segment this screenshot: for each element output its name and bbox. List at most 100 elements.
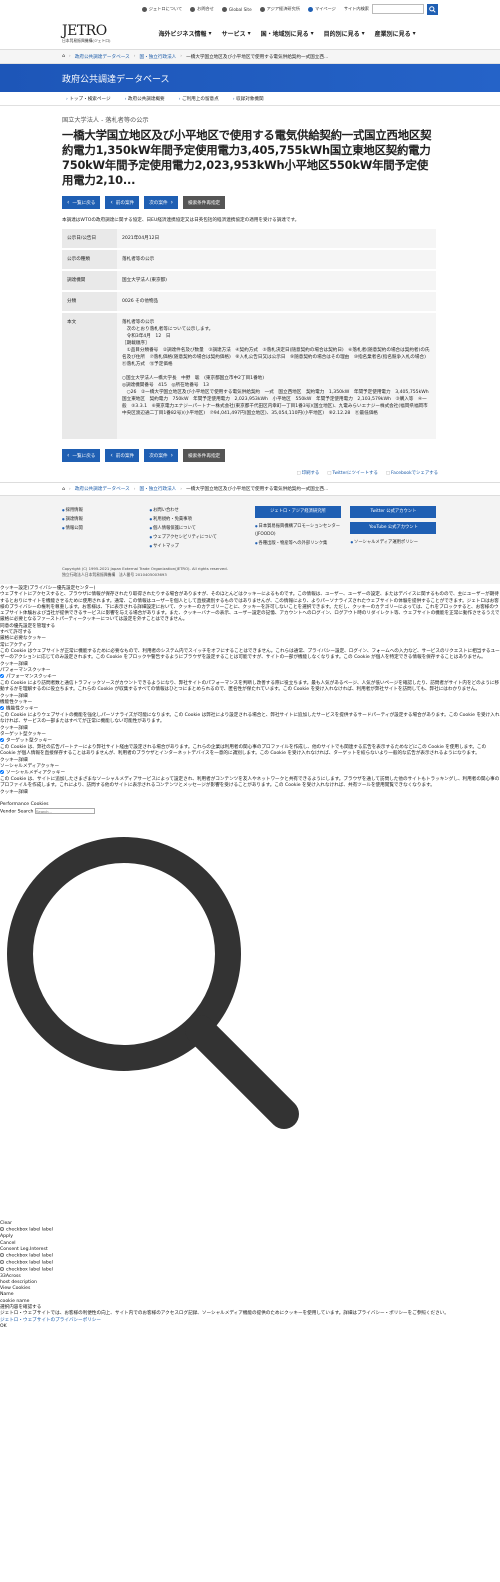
footer-col-3: ジェトロ・アジア経済研究所 日本貿易振興機構プロモーションセンター(JFOODO… — [254, 506, 350, 551]
copyright: Copyright (C) 1995-2021 Japan External T… — [62, 566, 228, 578]
func-cookie-toggle[interactable] — [0, 706, 4, 711]
row-key: 公示日/公告日 — [62, 229, 117, 250]
home-icon[interactable]: ⌂ — [62, 54, 65, 59]
body-line: ○26 ②一橋大学国立地区及び小平地区で使用する電気供給契約 一式 国立西地区 … — [122, 390, 434, 416]
mypage-link[interactable]: マイページ — [308, 6, 336, 12]
contact-label: お問合せ — [197, 6, 214, 11]
footer-link[interactable]: お問い合わせ — [150, 508, 179, 513]
footer-link[interactable]: ウェブアクセシビリティについて — [150, 535, 217, 540]
search-button[interactable] — [427, 3, 438, 15]
privacy-policy-link[interactable]: ジェトロ・ウェブサイトのプライバシーポリシー — [0, 1318, 101, 1323]
social-cookie-toggle[interactable] — [0, 770, 4, 775]
gnav-region[interactable]: 国・地域別に見る ▾ — [261, 29, 314, 38]
ok-button[interactable]: OK — [0, 1324, 500, 1330]
gnav-label: 目的別に見る — [323, 31, 360, 38]
table-row: 公示日/公告日 2021年04月12日 — [62, 229, 436, 250]
body-line: ①品目分類番号 ②調達件名及び数量 ③調達方法 ④契約方式 ⑤落札決定日(随意契… — [122, 348, 431, 367]
back-to-list-button[interactable]: ‹ 一覧に戻る — [62, 196, 101, 209]
checkbox-label: checkbox label label — [6, 1260, 53, 1266]
next-button[interactable]: 次の案件 › — [144, 196, 178, 209]
subnav-agencies[interactable]: 収録対象機関 — [233, 96, 264, 102]
subnav-overview[interactable]: 政府公共調達概要 — [125, 96, 165, 102]
mail-icon — [190, 6, 196, 12]
youtube-account-button[interactable]: YouTube 公式アカウント — [350, 522, 437, 534]
ide-label: アジア経済研究所 — [266, 6, 300, 11]
footer-col-1: 採用情報 調達情報 情報公開 — [62, 506, 150, 551]
row-key: 公示の種類 — [62, 249, 117, 271]
strict-cookie-desc: この Cookie はウェブサイトが正常に機能するために必要なもので、利用者のシ… — [0, 648, 500, 661]
print-link[interactable]: 印刷する — [297, 470, 320, 476]
vendor-search-input[interactable] — [34, 808, 95, 815]
footer-link[interactable]: 利用規約・免責事項 — [150, 517, 192, 522]
footer-link[interactable]: 採用情報 — [62, 508, 83, 513]
site-search-input[interactable] — [372, 4, 424, 14]
footer-link[interactable]: ソーシャルメディア運用ポリシー — [350, 540, 418, 545]
footer-link[interactable]: サイトマップ — [150, 544, 179, 549]
cookie-preferences: クッキー設定(プライバシー優先設定センター) ウェブサイトにアクセスすると、ブラ… — [0, 584, 500, 1332]
footer-link[interactable]: 情報公開 — [62, 526, 83, 531]
perf-cookie-desc: この Cookie により訪問者数と通信トラフィックソースがカウントできるように… — [0, 680, 500, 693]
btn-label: 前の案件 — [115, 200, 135, 206]
gnav-service[interactable]: サービス ▾ — [222, 29, 251, 38]
table-row: 本文 落札者等の公示 次のとおり落札者等について公示します。 令和3年4月 12… — [62, 312, 436, 441]
notice-body: 落札者等の公示 次のとおり落札者等について公示します。 令和3年4月 12 日 … — [117, 312, 436, 441]
footer-link[interactable]: 個人情報保護について — [150, 526, 196, 531]
table-row: 分類 0026 その他物品 — [62, 291, 436, 313]
btn-label: 一覧に戻る — [72, 453, 96, 459]
breadcrumb-bottom: ⌂ › 政府公共調達データベース › 国・独立行政法人 › 一橋大学国立地区及び小平地… — [0, 482, 500, 496]
breadcrumb-item[interactable]: 国・独立行政法人 — [140, 486, 177, 492]
research-button[interactable]: 検索条件再指定 — [182, 449, 226, 462]
facebook-share-link[interactable]: Facebookでシェアする — [386, 470, 438, 476]
breadcrumb-item[interactable]: 政府公共調達データベース — [75, 486, 130, 492]
book-icon — [259, 6, 265, 12]
gnav-overseas[interactable]: 海外ビジネス情報 ▾ — [159, 29, 212, 38]
checkbox-label: checkbox label label — [6, 1253, 53, 1259]
body-line: ［期載順序］ — [122, 341, 150, 346]
jetro-logo[interactable]: JETRO 日本貿易振興機構(ジェトロ) — [62, 24, 111, 44]
subnav-notes[interactable]: ご利用上の留意点 — [179, 96, 219, 102]
filter-checkbox[interactable] — [0, 1227, 4, 1232]
prev-button[interactable]: ‹ 前の案件 — [105, 449, 140, 462]
footer-link[interactable]: 日本貿易振興機構プロモーションセンター(JFOODO) — [255, 524, 340, 537]
home-icon[interactable]: ⌂ — [62, 487, 65, 492]
row-key: 調達機関 — [62, 270, 117, 292]
footer-link[interactable]: 調達情報 — [62, 517, 83, 522]
corp-number: 独立行政法人日本貿易振興機構 法人番号 2010405003693 — [62, 572, 167, 577]
global-nav: 海外ビジネス情報 ▾ サービス ▾ 国・地域別に見る ▾ 目的別に見る ▾ 産業別に見る… — [159, 29, 416, 38]
next-button[interactable]: 次の案件 › — [144, 449, 178, 462]
consent-checkbox[interactable] — [0, 1266, 4, 1271]
ide-link[interactable]: アジア経済研究所 — [259, 6, 300, 12]
func-cookie-desc: この Cookie によりウェブサイトの機能を強化しパーソナライズが可能になりま… — [0, 712, 500, 725]
prev-button[interactable]: ‹ 前の案件 — [105, 196, 140, 209]
btn-label: 検索条件再指定 — [187, 453, 221, 459]
row-value: 国立大学法人(東京都) — [117, 270, 436, 292]
about-link[interactable]: ジェトロについて — [141, 6, 182, 12]
body-line: ○国立大学法人一橋大学長 中野 聡 (東京都国立市中2丁目1番地) — [122, 376, 265, 381]
footer-col-2: お問い合わせ 利用規約・免責事項 個人情報保護について ウェブアクセシビリティに… — [150, 506, 255, 551]
subnav-top[interactable]: トップ・検索ページ — [66, 96, 110, 102]
gnav-industry[interactable]: 産業別に見る ▾ — [375, 29, 416, 38]
twitter-share-link[interactable]: Twitterにツイートする — [327, 470, 377, 476]
cookie-intro: ウェブサイトにアクセスすると、ブラウザに情報が保存されたり取得されたりする場合が… — [0, 592, 500, 623]
breadcrumb-item[interactable]: 国・独立行政法人 — [140, 54, 177, 60]
cookie-detail-link[interactable]: クッキー詳細 — [0, 790, 500, 796]
back-to-list-button[interactable]: ‹ 一覧に戻る — [62, 449, 101, 462]
footer-link[interactable]: 各種出版・物産等への外部リンク集 — [255, 541, 327, 546]
perf-cookie-toggle[interactable] — [0, 674, 4, 679]
social-cookie-desc: この Cookie は、サイトに追加したさまざまなソーシャルメディアサービスによ… — [0, 776, 500, 789]
page: ジェトロについて お問合せ Global Site アジア経済研究所 マイページ… — [0, 0, 500, 1582]
target-cookie-toggle[interactable] — [0, 738, 4, 743]
contact-link[interactable]: お問合せ — [190, 6, 214, 12]
ide-button[interactable]: ジェトロ・アジア経済研究所 — [254, 506, 341, 518]
gnav-purpose[interactable]: 目的別に見る ▾ — [324, 29, 365, 38]
consent-checkbox[interactable] — [0, 1259, 4, 1264]
nav-buttons-bottom: ‹ 一覧に戻る ‹ 前の案件 次の案件 › 検索条件再指定 — [62, 449, 438, 462]
page-title: 一橋大学国立地区及び小平地区で使用する電気供給契約一式国立西地区契約電力1,35… — [62, 128, 432, 187]
consent-checkbox[interactable] — [0, 1253, 4, 1258]
research-button[interactable]: 検索条件再指定 — [182, 196, 226, 209]
breadcrumb-item[interactable]: 政府公共調達データベース — [75, 54, 130, 60]
twitter-account-button[interactable]: Twitter 公式アカウント — [350, 506, 437, 518]
gnav-label: 産業別に見る — [374, 31, 411, 38]
target-cookie-label: ターゲット型クッキー — [6, 738, 52, 744]
global-link[interactable]: Global Site — [221, 6, 252, 12]
